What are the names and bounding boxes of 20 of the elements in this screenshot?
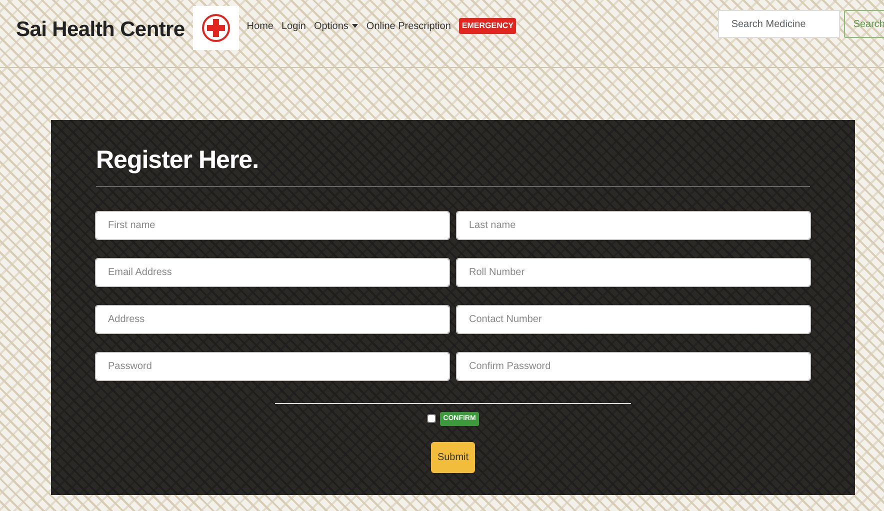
form-title: Register Here.: [96, 142, 810, 186]
nav-link[interactable]: Home: [246, 18, 274, 34]
input-field[interactable]: Address: [95, 304, 450, 334]
caret-icon: [352, 24, 358, 28]
input-field[interactable]: Contact Number: [456, 304, 811, 334]
brand-title: Sai Health Centre: [16, 17, 185, 43]
options-dropdown[interactable]: Options: [314, 18, 358, 34]
emergency-badge[interactable]: EMERGENCY: [458, 18, 516, 34]
input-field[interactable]: First name: [95, 210, 450, 240]
confirm-checkbox[interactable]: [427, 414, 436, 424]
submit-button[interactable]: Submit: [431, 442, 475, 473]
nav-link[interactable]: Login: [281, 18, 306, 34]
input-field[interactable]: Confirm Password: [456, 352, 811, 380]
medical-cross-icon: [200, 13, 231, 43]
input-field[interactable]: Password: [95, 352, 450, 380]
nav-link[interactable]: Online Prescription: [366, 18, 451, 34]
input-field[interactable]: Email Address: [95, 258, 450, 286]
search-field[interactable]: Search Medicine: [718, 10, 840, 38]
input-field[interactable]: Roll Number: [456, 258, 811, 286]
input-field[interactable]: Last name: [456, 210, 811, 240]
